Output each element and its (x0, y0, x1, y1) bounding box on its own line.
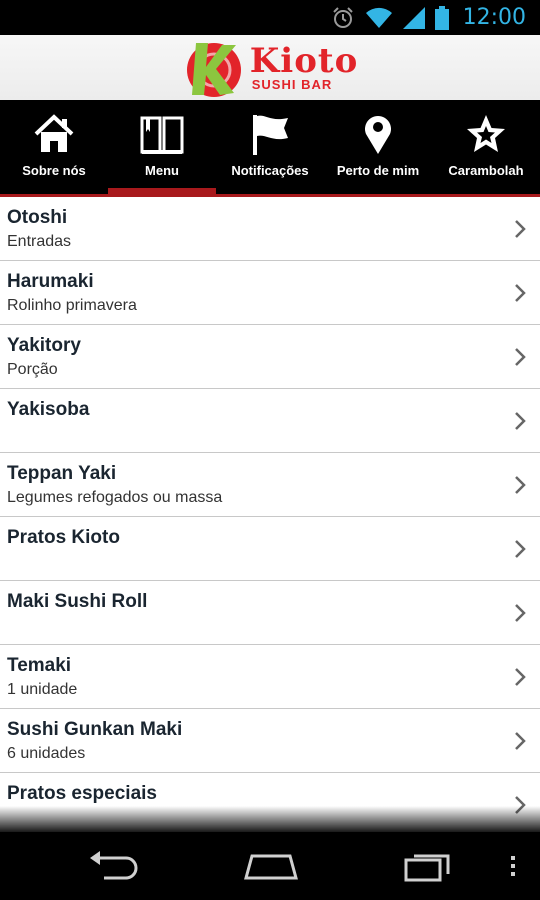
chevron-right-icon (515, 348, 526, 366)
location-pin-icon (365, 116, 391, 154)
item-title: Pratos especiais (7, 783, 157, 804)
item-subtitle: Legumes refogados ou massa (7, 489, 223, 506)
recent-apps-icon[interactable] (404, 850, 454, 882)
item-title: Sushi Gunkan Maki (7, 719, 183, 740)
list-item[interactable]: Teppan Yaki Legumes refogados ou massa (0, 453, 540, 517)
item-subtitle: Porção (7, 361, 58, 378)
item-title: Otoshi (7, 207, 68, 228)
alarm-icon (332, 6, 353, 28)
app-header: Kioto SUSHI BAR (0, 35, 540, 100)
list-item[interactable]: Sushi Gunkan Maki 6 unidades (0, 709, 540, 773)
chevron-right-icon (515, 412, 526, 430)
list-item[interactable]: Temaki 1 unidade (0, 645, 540, 709)
list-item[interactable]: Harumaki Rolinho primavera (0, 261, 540, 325)
book-icon (140, 116, 184, 154)
tab-sobre-nos[interactable]: Sobre nós (0, 100, 108, 194)
status-time: 12:00 (462, 5, 526, 30)
list-item[interactable]: Yakisoba (0, 389, 540, 453)
list-item[interactable]: Maki Sushi Roll (0, 581, 540, 645)
brand-logo: Kioto SUSHI BAR (182, 37, 359, 99)
chevron-right-icon (515, 668, 526, 686)
tab-label: Menu (145, 163, 179, 178)
tab-notificacoes[interactable]: Notificações (216, 100, 324, 194)
item-title: Harumaki (7, 271, 94, 292)
brand-subtitle: SUSHI BAR (251, 77, 333, 92)
chevron-right-icon (515, 476, 526, 494)
chevron-right-icon (515, 284, 526, 302)
home-nav-icon[interactable] (244, 850, 298, 882)
item-subtitle: 1 unidade (7, 681, 78, 698)
signal-icon (402, 6, 425, 29)
item-title: Yakisoba (7, 399, 90, 420)
tab-perto-de-mim[interactable]: Perto de mim (324, 100, 432, 194)
chevron-right-icon (515, 220, 526, 238)
menu-list: Otoshi Entradas Harumaki Rolinho primave… (0, 197, 540, 837)
item-title: Maki Sushi Roll (7, 591, 148, 612)
chevron-right-icon (515, 540, 526, 558)
item-title: Pratos Kioto (7, 527, 120, 548)
tab-menu[interactable]: Menu (108, 100, 216, 194)
brand-name: Kioto (249, 41, 359, 81)
tab-label: Sobre nós (22, 163, 86, 178)
tab-bar: Sobre nós Menu Notificações Perto de mim… (0, 100, 540, 197)
home-icon (34, 114, 74, 152)
item-title: Yakitory (7, 335, 81, 356)
overflow-menu-icon[interactable] (508, 850, 518, 882)
list-item[interactable]: Otoshi Entradas (0, 197, 540, 261)
chevron-right-icon (515, 732, 526, 750)
scroll-fade (0, 806, 540, 832)
wifi-icon (365, 7, 392, 28)
item-title: Teppan Yaki (7, 463, 117, 484)
status-bar: 12:00 (0, 0, 540, 35)
tab-carambolah[interactable]: Carambolah (432, 100, 540, 194)
star-icon (467, 115, 505, 152)
flag-icon (253, 115, 288, 155)
item-subtitle: Rolinho primavera (7, 297, 137, 314)
chevron-right-icon (515, 604, 526, 622)
logo-mark-icon (186, 42, 241, 97)
tab-label: Notificações (231, 163, 309, 178)
list-item[interactable]: Yakitory Porção (0, 325, 540, 389)
battery-icon (434, 5, 449, 30)
system-nav-bar (0, 832, 540, 900)
item-title: Temaki (7, 655, 72, 676)
item-subtitle: 6 unidades (7, 745, 86, 762)
list-item[interactable]: Pratos Kioto (0, 517, 540, 581)
back-icon[interactable] (88, 850, 138, 882)
tab-label: Perto de mim (336, 163, 420, 178)
tab-label: Carambolah (448, 163, 524, 178)
item-subtitle: Entradas (7, 233, 72, 250)
